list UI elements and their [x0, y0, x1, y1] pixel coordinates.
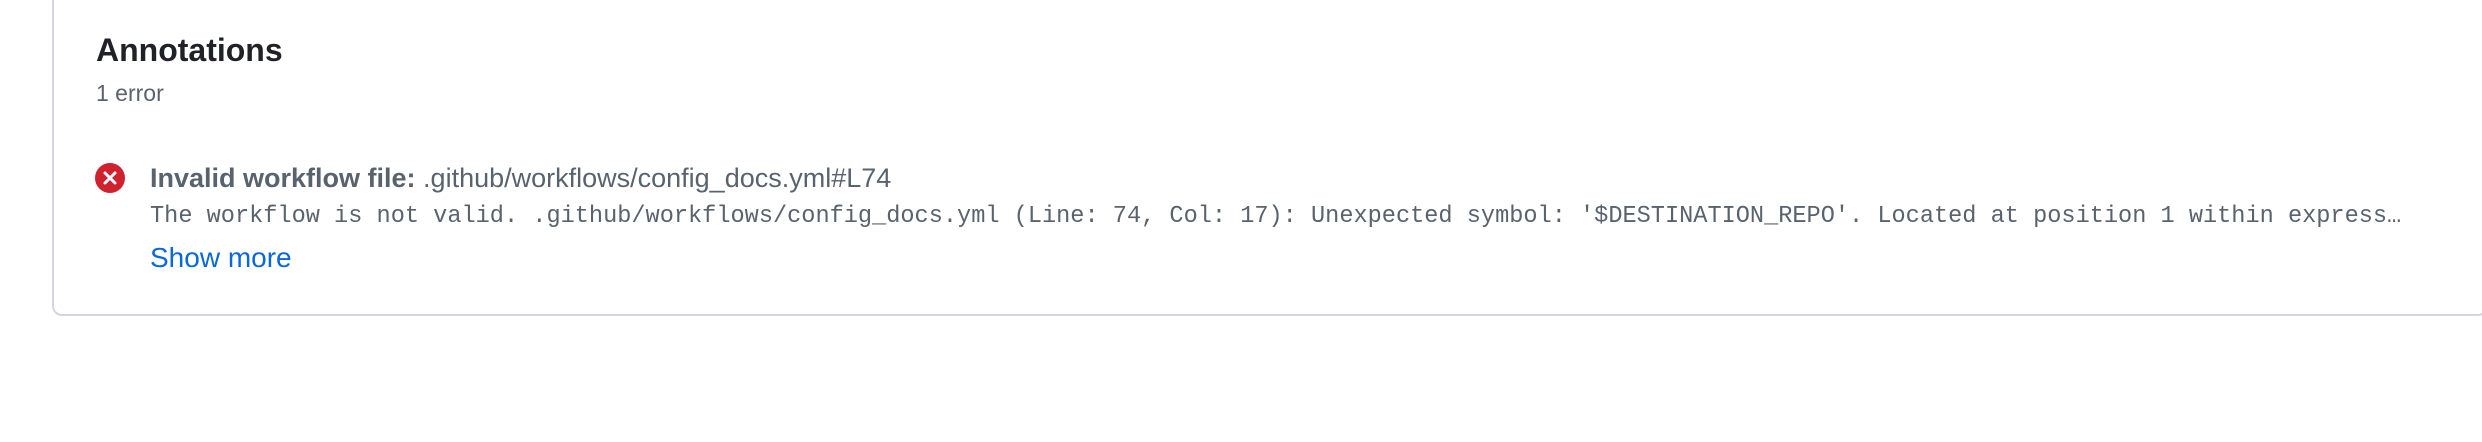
annotation-message: The workflow is not valid. .github/workf…	[150, 203, 2402, 230]
annotation-label: Invalid workflow file:	[150, 163, 416, 193]
annotations-title: Annotations	[96, 32, 283, 68]
annotations-panel: Annotations 1 error Invalid workflow fil…	[52, 0, 2482, 316]
annotations-count: 1 error	[96, 80, 164, 106]
show-more-link[interactable]: Show more	[150, 240, 292, 276]
annotation-location: .github/workflows/config_docs.yml#L74	[423, 163, 892, 193]
annotation-heading: Invalid workflow file: .github/workflows…	[150, 160, 891, 196]
error-icon	[94, 162, 126, 194]
